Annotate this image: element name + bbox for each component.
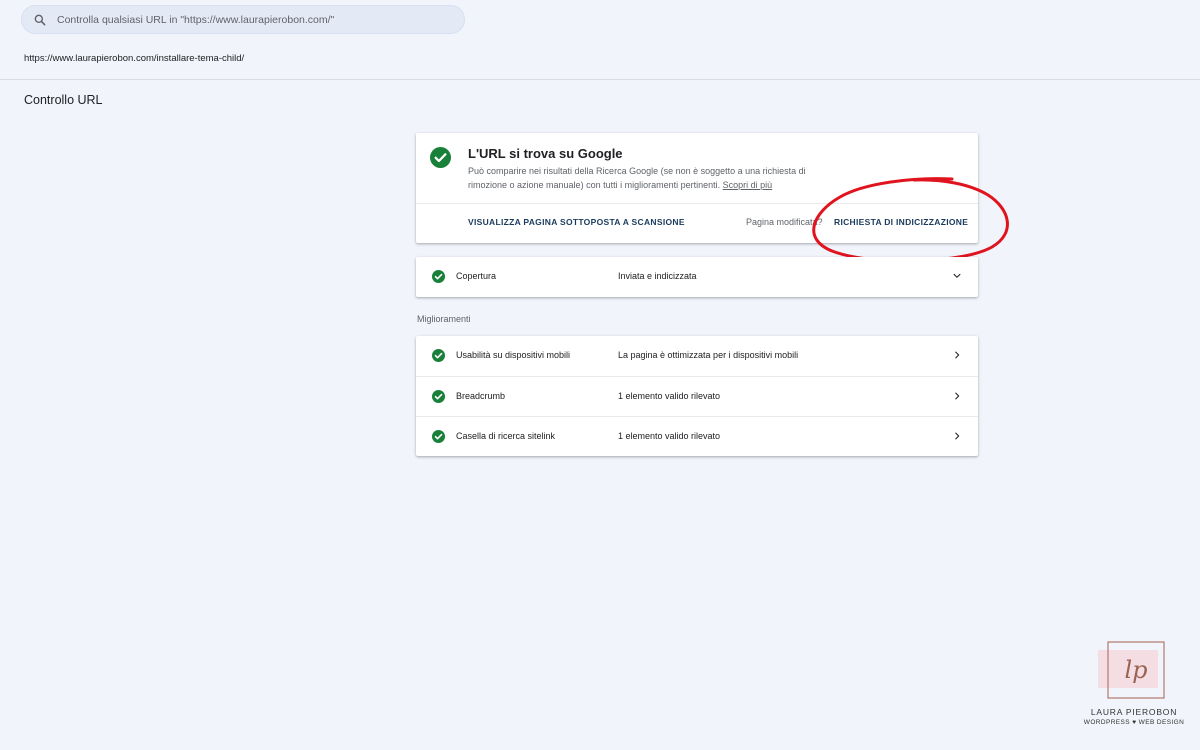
logo-mark-text: lp (1124, 656, 1147, 684)
check-circle-icon (432, 430, 445, 443)
coverage-label: Copertura (456, 271, 497, 281)
enhancement-value: 1 elemento valido rilevato (618, 431, 721, 441)
enhancement-row-breadcrumb[interactable]: Breadcrumb 1 elemento valido rilevato (416, 376, 978, 416)
status-card: L'URL si trova su Google Può comparire n… (416, 133, 1009, 263)
view-crawled-page-button[interactable]: VISUALIZZA PAGINA SOTTOPOSTA A SCANSIONE (468, 217, 685, 227)
search-icon (34, 14, 46, 25)
check-circle-icon (432, 270, 445, 283)
chevron-down-icon[interactable] (952, 271, 962, 281)
chevron-right-icon[interactable] (952, 391, 962, 401)
status-description: Può comparire nei risultati della Ricerc… (468, 165, 838, 192)
enhancement-label: Casella di ricerca sitelink (456, 431, 556, 441)
logo-name: LAURA PIEROBON (1090, 707, 1178, 717)
enhancement-value: La pagina è ottimizzata per i dispositiv… (618, 350, 799, 360)
learn-more-link[interactable]: Scopri di più (723, 180, 773, 190)
coverage-value: Inviata e indicizzata (618, 271, 697, 281)
search-bar[interactable] (21, 5, 465, 34)
page-title: Controllo URL (24, 93, 103, 107)
search-input[interactable] (57, 13, 457, 26)
enhancements-section-label: Miglioramenti (417, 314, 471, 324)
enhancements-card: Usabilità su dispositivi mobili La pagin… (416, 336, 978, 456)
check-circle-icon (430, 147, 451, 168)
chevron-right-icon[interactable] (952, 350, 962, 360)
enhancement-label: Breadcrumb (456, 391, 506, 401)
enhancement-label: Usabilità su dispositivi mobili (456, 350, 571, 360)
enhancement-row-sitelink-searchbox[interactable]: Casella di ricerca sitelink 1 elemento v… (416, 416, 978, 456)
enhancement-row-mobile-usability[interactable]: Usabilità su dispositivi mobili La pagin… (416, 336, 978, 376)
coverage-row[interactable]: Copertura Inviata e indicizzata (416, 257, 978, 297)
chevron-right-icon[interactable] (952, 431, 962, 441)
header-divider (0, 79, 1200, 80)
check-circle-icon (432, 390, 445, 403)
inspected-url: https://www.laurapierobon.com/installare… (24, 53, 245, 64)
coverage-card[interactable]: Copertura Inviata e indicizzata (416, 257, 978, 297)
brand-logo: lp LAURA PIEROBON WORDPRESS ♥ WEB DESIGN (1076, 640, 1192, 732)
status-title: L'URL si trova su Google (468, 146, 623, 161)
enhancement-value: 1 elemento valido rilevato (618, 391, 721, 401)
check-circle-icon (432, 349, 445, 362)
lp-monogram-icon: lp (1098, 641, 1165, 699)
red-annotation-circle (812, 177, 1009, 263)
logo-tagline: WORDPRESS ♥ WEB DESIGN (1083, 719, 1185, 726)
